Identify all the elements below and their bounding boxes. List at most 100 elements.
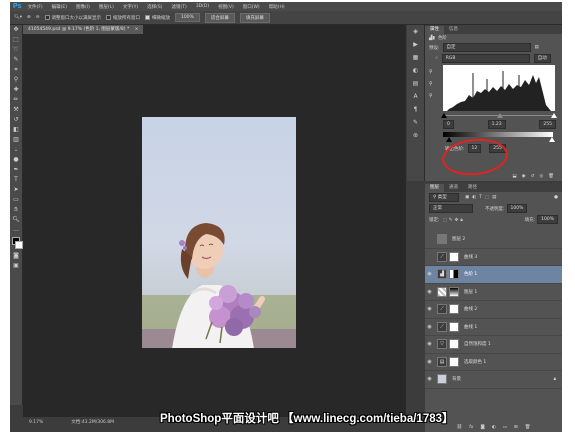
clip-to-layer-icon[interactable]: ⬓ (512, 174, 516, 179)
photo-canvas[interactable] (142, 117, 296, 348)
tab-layers[interactable]: 图层 (425, 184, 444, 192)
styles-panel-icon[interactable]: ▤ (407, 77, 424, 90)
brush-panel-icon[interactable]: ✎ (407, 116, 424, 129)
crop-tool-icon[interactable]: ⌗ (10, 65, 22, 75)
tab-channels[interactable]: 通道 (444, 184, 463, 192)
clone-stamp-icon[interactable]: ⚒ (10, 105, 22, 115)
btn-fill-screen[interactable]: 填充屏幕 (239, 12, 270, 23)
menu-select[interactable]: 选择(S) (147, 4, 162, 10)
background-color-swatch[interactable] (15, 241, 23, 249)
color-swatches[interactable] (10, 235, 23, 251)
menu-view[interactable]: 视图(V) (218, 4, 234, 10)
zoom-out-icon[interactable]: ⊖ (36, 15, 40, 20)
input-gamma-slider-icon[interactable] (497, 113, 503, 118)
filter-kind-dropdown[interactable]: ⚲ 类型 (429, 193, 459, 202)
blur-tool-icon[interactable]: 💧︎ (10, 145, 22, 155)
preset-menu-icon[interactable]: ▤ (535, 45, 539, 50)
target-adjust-icon[interactable]: ☝ (435, 56, 438, 61)
paragraph-panel-icon[interactable]: ¶ (407, 103, 424, 116)
zoom-tool-icon[interactable]: 🔍︎▾ (14, 15, 22, 20)
close-tab-icon[interactable]: × (135, 27, 139, 32)
layer-row[interactable]: ◉ 图层 1 (425, 284, 562, 301)
visibility-eye-icon[interactable]: ◉ (425, 341, 434, 347)
quick-select-tool-icon[interactable]: ✎ (10, 55, 22, 65)
layer-row[interactable]: 图层 2 (425, 231, 562, 249)
tab-info[interactable]: 信息 (444, 26, 463, 34)
black-point-eyedropper-icon[interactable]: ⚲ (429, 69, 443, 75)
hand-tool-icon[interactable]: ✋︎ (10, 205, 22, 215)
white-point-eyedropper-icon[interactable]: ⚲ (429, 93, 443, 99)
shape-tool-icon[interactable]: ▭ (10, 195, 22, 205)
scrubby-zoom-checkbox[interactable] (145, 15, 151, 20)
blend-mode-dropdown[interactable]: 正常 (429, 204, 473, 213)
history-panel-icon[interactable]: ◈ (407, 25, 424, 38)
layer-row[interactable]: ◉ 背景 🔒︎ (425, 371, 562, 389)
zoom-all-checkbox[interactable] (106, 15, 112, 20)
eyedropper-tool-icon[interactable]: ⚲ (10, 75, 22, 85)
input-white-slider-icon[interactable] (551, 113, 557, 118)
gray-point-eyedropper-icon[interactable]: ⚲ (429, 81, 443, 87)
layer-row-selected[interactable]: ◉ ▟ 色阶 1 (425, 266, 562, 284)
menu-layer[interactable]: 图层(L) (99, 4, 114, 10)
scrubby-zoom-option[interactable]: 细微缩放 (145, 15, 170, 21)
type-tool-icon[interactable]: T (10, 175, 22, 185)
layer-row[interactable]: ◉ ⟋ 曲线 1 (425, 319, 562, 336)
menu-help[interactable]: 帮助(H) (269, 4, 285, 10)
filter-type-icons[interactable]: ▣◐T⬚▤ (465, 195, 499, 200)
actions-panel-icon[interactable]: ▶ (407, 38, 424, 51)
pen-tool-icon[interactable]: ✒ (10, 165, 22, 175)
btn-100-percent[interactable]: 100% (175, 13, 200, 22)
path-select-icon[interactable]: ➤ (10, 185, 22, 195)
zoom-in-icon[interactable]: ⊕ (27, 15, 31, 20)
channel-dropdown[interactable]: RGB (441, 54, 530, 63)
link-layers-icon[interactable]: ⛓ (456, 425, 462, 430)
tab-paths[interactable]: 路径 (463, 184, 482, 192)
new-group-icon[interactable]: ▭ (503, 425, 507, 430)
visibility-eye-icon[interactable]: ◉ (425, 376, 434, 382)
visibility-eye-icon[interactable]: ◉ (425, 289, 434, 295)
menu-3d[interactable]: 3D(D) (196, 4, 209, 9)
history-brush-icon[interactable]: ↺ (10, 115, 22, 125)
lock-icons[interactable]: ⬚✎✥🔒︎ (443, 217, 465, 223)
clone-source-panel-icon[interactable]: ⊛ (407, 129, 424, 142)
brush-tool-icon[interactable]: ✏ (10, 95, 22, 105)
layer-row[interactable]: ◉ ▽ 自然饱和度 1 (425, 336, 562, 354)
more-tools-icon[interactable]: … (10, 225, 22, 235)
resize-windows-checkbox[interactable] (44, 15, 50, 20)
dodge-tool-icon[interactable]: ● (10, 155, 22, 165)
adjustments-panel-icon[interactable]: ◐ (407, 64, 424, 77)
fill-field[interactable]: 100% (537, 215, 558, 224)
document-tab[interactable]: 41054549.psd @ 9.17% (色阶 1, 图层蒙版/8) * × (23, 25, 144, 34)
opacity-field[interactable]: 100% (506, 204, 528, 213)
visibility-eye-icon[interactable]: ◉ (425, 306, 434, 312)
preset-dropdown[interactable]: 自定 (442, 43, 531, 52)
zoom-level[interactable]: 9.17% (29, 420, 43, 425)
move-tool-icon[interactable]: ✥ (10, 25, 22, 35)
delete-adjustment-icon[interactable]: 🗑︎ (548, 174, 554, 179)
input-black-field[interactable]: 0 (443, 120, 454, 129)
tab-properties[interactable]: 属性 (425, 26, 444, 34)
marquee-tool-icon[interactable]: ⬚ (10, 35, 22, 45)
auto-button[interactable]: 自动 (533, 54, 551, 63)
input-black-slider-icon[interactable] (441, 113, 447, 118)
zoom-tool-icon-side[interactable]: 🔍︎ (10, 215, 22, 225)
output-black-slider-icon[interactable] (446, 137, 452, 142)
zoom-all-windows-option[interactable]: 缩放所有窗口 (106, 15, 140, 21)
layer-row[interactable]: ◉ ▤ 选取颜色 1 (425, 354, 562, 371)
eraser-tool-icon[interactable]: ◧ (10, 125, 22, 135)
menu-type[interactable]: 文字(Y) (123, 4, 138, 10)
reset-icon[interactable]: ↺ (531, 174, 535, 179)
resize-windows-option[interactable]: 调整窗口大小以满屏显示 (44, 15, 101, 21)
menu-filter[interactable]: 滤镜(T) (172, 4, 187, 10)
layer-row[interactable]: ⟋ 曲线 3 (425, 249, 562, 266)
quick-mask-icon[interactable]: ◙ (10, 251, 22, 261)
canvas-area[interactable]: 41054549.psd @ 9.17% (色阶 1, 图层蒙版/8) * × (23, 25, 406, 417)
menu-window[interactable]: 窗口(W) (243, 4, 260, 10)
character-panel-icon[interactable]: A (407, 90, 424, 103)
menu-file[interactable]: 文件(F) (28, 4, 43, 10)
layer-style-icon[interactable]: fx (469, 425, 473, 430)
menu-edit[interactable]: 编辑(E) (52, 4, 67, 10)
filter-toggle-icon[interactable]: ● (554, 195, 558, 200)
visibility-eye-icon[interactable]: ◉ (425, 359, 434, 365)
screen-mode-icon[interactable]: ▣ (10, 261, 22, 271)
